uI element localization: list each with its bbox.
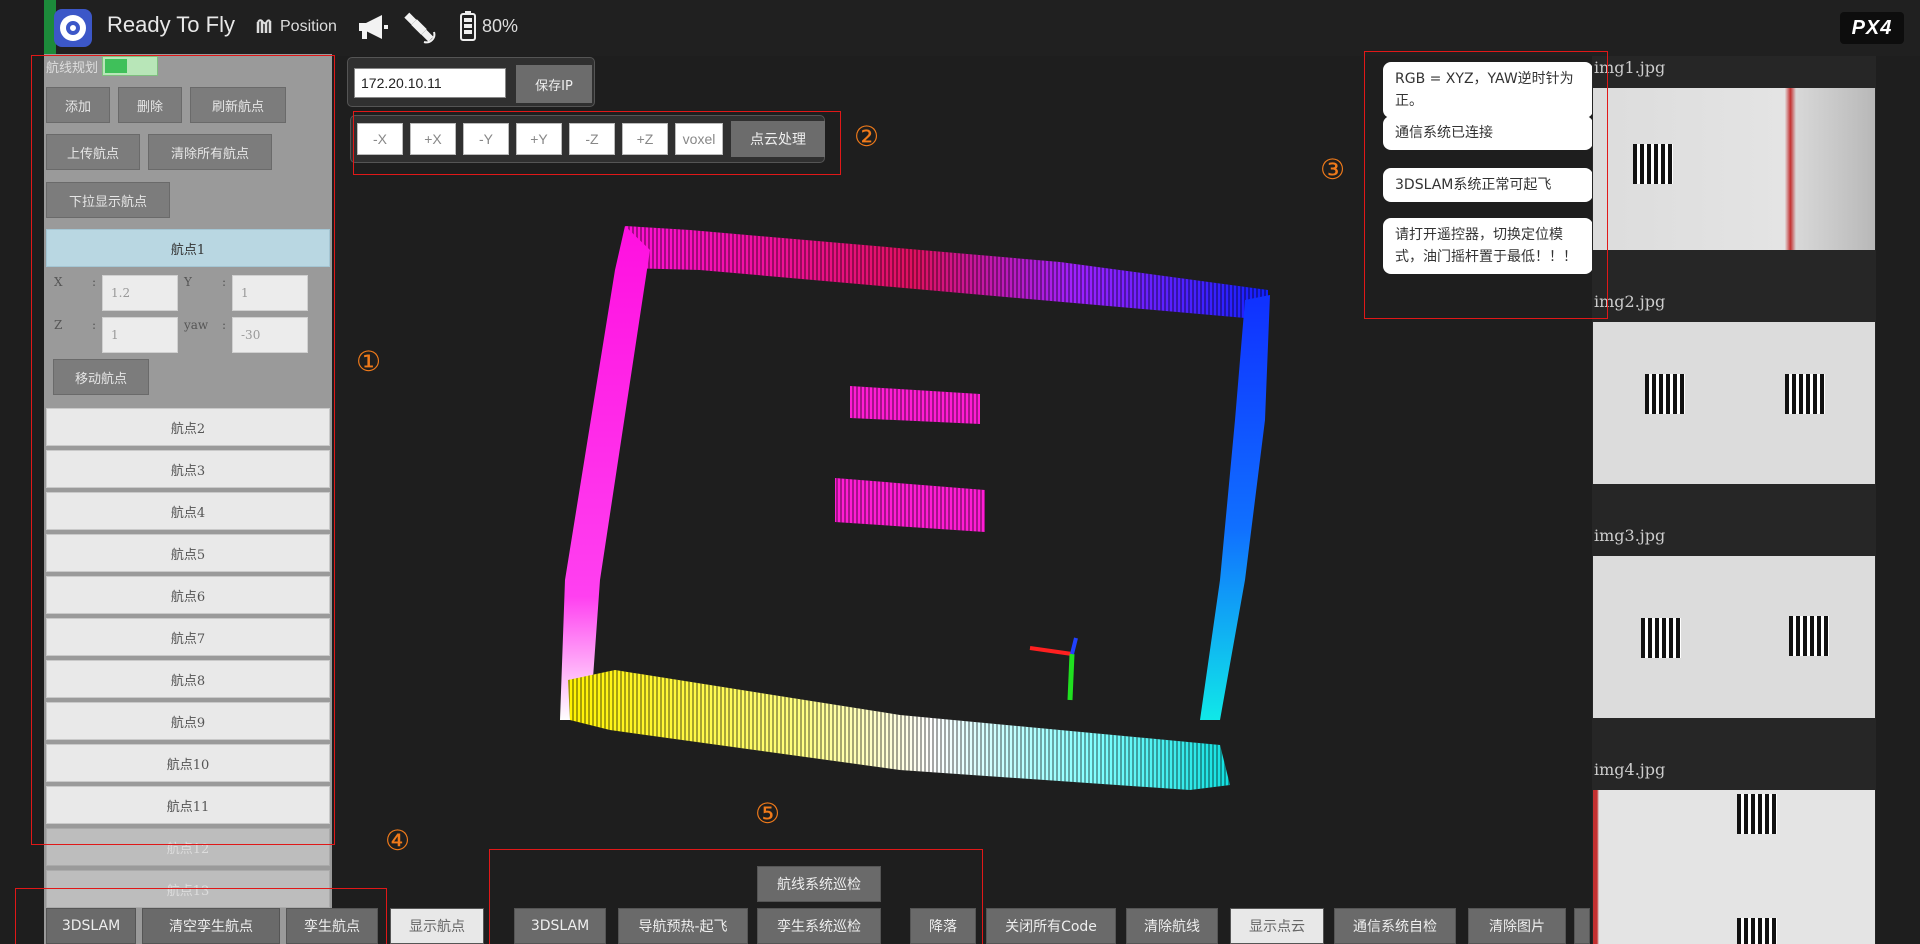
- clear-route-button[interactable]: 清除航线: [1126, 908, 1218, 944]
- qr-code-icon: [1785, 374, 1825, 414]
- annotation-1: ①: [356, 345, 382, 378]
- flight-mode-icon: [256, 19, 272, 33]
- highlight-box-3: [1364, 51, 1608, 319]
- comm-self-check-button[interactable]: 通信系统自检: [1334, 908, 1456, 944]
- gps-satellite-icon[interactable]: [404, 12, 436, 48]
- image-thumbnail-2[interactable]: [1593, 322, 1875, 484]
- save-ip-button[interactable]: 保存IP: [516, 65, 592, 103]
- clear-images-button[interactable]: 清除图片: [1468, 908, 1566, 944]
- show-waypoints-button[interactable]: 显示航点: [390, 908, 484, 944]
- point-cloud-view[interactable]: [340, 160, 1340, 820]
- highlight-box-4: [15, 888, 387, 944]
- bottom-overflow-button[interactable]: [1574, 908, 1590, 944]
- close-all-code-button[interactable]: 关闭所有Code: [986, 908, 1116, 944]
- battery-icon: [460, 11, 476, 41]
- annotation-5: ⑤: [755, 797, 781, 830]
- battery-percent: 80%: [482, 15, 519, 36]
- qr-code-icon: [1633, 144, 1673, 184]
- megaphone-icon[interactable]: [356, 12, 390, 46]
- qr-code-icon: [1737, 918, 1777, 944]
- image-caption-4: img4.jpg: [1594, 760, 1666, 779]
- qr-code-icon: [1737, 794, 1777, 834]
- app-logo-icon[interactable]: [54, 9, 92, 47]
- ip-panel: 172.20.10.11 保存IP: [347, 57, 595, 107]
- image-thumbnail-1[interactable]: [1593, 88, 1875, 250]
- annotation-2: ②: [854, 120, 880, 153]
- highlight-box-1: [31, 55, 335, 845]
- battery-indicator[interactable]: 80%: [460, 11, 518, 41]
- qr-code-icon: [1789, 616, 1829, 656]
- app-root: Ready To Fly Position 80% PX4 航线规划 添加 删除…: [0, 0, 1920, 944]
- flight-mode-label: Position: [280, 18, 337, 35]
- flight-mode-indicator[interactable]: Position: [256, 18, 337, 36]
- image-caption-3: img3.jpg: [1594, 526, 1666, 545]
- top-toolbar: Ready To Fly Position 80% PX4: [44, 0, 1920, 56]
- annotation-4: ④: [385, 824, 411, 857]
- highlight-box-2: [353, 111, 841, 175]
- qr-code-icon: [1641, 618, 1681, 658]
- ip-address-input[interactable]: 172.20.10.11: [354, 68, 506, 98]
- image-thumbnail-3[interactable]: [1593, 556, 1875, 718]
- vehicle-status[interactable]: Ready To Fly: [107, 12, 235, 38]
- highlight-box-5: [489, 849, 983, 944]
- annotation-3: ③: [1320, 153, 1346, 186]
- show-point-cloud-button[interactable]: 显示点云: [1230, 908, 1324, 944]
- px4-logo: PX4: [1840, 12, 1904, 44]
- qr-code-icon: [1645, 374, 1685, 414]
- image-thumbnail-4[interactable]: [1593, 790, 1875, 944]
